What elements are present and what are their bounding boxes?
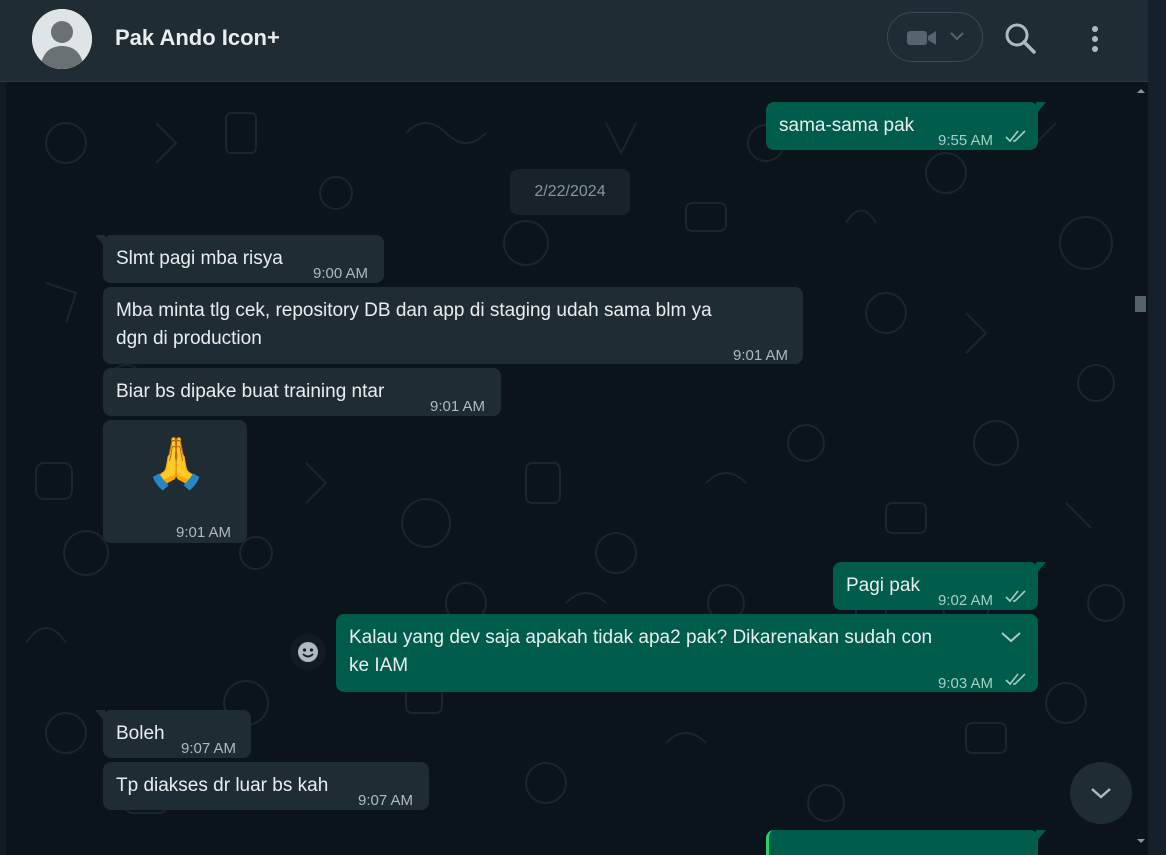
- message-text: sama-sama pak: [779, 115, 915, 136]
- search-button[interactable]: [1003, 21, 1037, 55]
- message-time: 9:01 AM: [176, 524, 232, 541]
- read-receipt-icon: [1005, 590, 1026, 603]
- video-call-button[interactable]: [887, 12, 983, 62]
- message-text: Biar bs dipake buat training ntar: [116, 381, 385, 402]
- message-time: 9:07 AM: [358, 792, 414, 809]
- contact-name[interactable]: Pak Ando Icon+: [115, 25, 280, 51]
- chevron-down-icon: [1091, 788, 1111, 799]
- scrollbar-thumb[interactable]: [1135, 296, 1146, 312]
- default-avatar-icon: [32, 9, 92, 69]
- search-icon: [1005, 23, 1036, 54]
- menu-button[interactable]: [1082, 22, 1108, 56]
- react-button[interactable]: [290, 634, 326, 670]
- video-camera-icon: [907, 31, 936, 45]
- message-bubble-outgoing[interactable]: Kalau yang dev saja apakah tidak apa2 pa…: [336, 614, 1038, 692]
- message-time: 9:01 AM: [430, 398, 486, 415]
- message-time: 9:02 AM: [938, 592, 994, 609]
- message-bubble-outgoing[interactable]: sama-sama pak 9:55 AM: [766, 102, 1046, 150]
- message-time: 9:00 AM: [313, 265, 369, 282]
- message-text: Tp diakses dr luar bs kah: [116, 775, 329, 796]
- message-bubble-incoming[interactable]: Biar bs dipake buat training ntar 9:01 A…: [103, 368, 501, 416]
- message-bubble-incoming[interactable]: Tp diakses dr luar bs kah 9:07 AM: [103, 762, 429, 810]
- message-bubble-incoming[interactable]: Slmt pagi mba risya 9:00 AM: [95, 235, 384, 283]
- emoji-smile-icon: [298, 642, 318, 662]
- scroll-up-arrow-icon[interactable]: [1136, 86, 1146, 96]
- message-time: 9:07 AM: [181, 740, 237, 757]
- message-bubble-incoming[interactable]: Mba minta tlg cek, repository DB dan app…: [103, 287, 803, 364]
- message-bubble-incoming[interactable]: 🙏 9:01 AM: [103, 420, 247, 543]
- contact-avatar[interactable]: [32, 9, 92, 69]
- message-bubble-outgoing-partial[interactable]: [766, 830, 1046, 855]
- message-menu-chevron-icon[interactable]: [1000, 630, 1022, 644]
- chevron-down-icon: [950, 32, 964, 41]
- message-time: 9:55 AM: [938, 132, 994, 149]
- message-text: Boleh: [116, 723, 165, 744]
- date-separator: 2/22/2024: [510, 169, 630, 215]
- folded-hands-emoji: 🙏: [145, 435, 208, 491]
- message-bubble-outgoing[interactable]: Pagi pak 9:02 AM: [833, 562, 1046, 610]
- message-text: Slmt pagi mba risya: [116, 248, 283, 269]
- message-text-line-1: Mba minta tlg cek, repository DB dan app…: [116, 300, 712, 321]
- scroll-to-bottom-button[interactable]: [1070, 762, 1132, 824]
- message-list[interactable]: sama-sama pak 9:55 AM 2/22/2024 Slmt pag…: [6, 83, 1148, 855]
- message-text-line-2: ke IAM: [349, 655, 409, 676]
- read-receipt-icon: [1005, 673, 1026, 686]
- message-menu-fade: [946, 614, 1038, 658]
- message-text-line-1: Kalau yang dev saja apakah tidak apa2 pa…: [349, 627, 933, 648]
- kebab-menu-icon: [1092, 26, 1098, 52]
- message-text: Pagi pak: [846, 575, 920, 596]
- chat-header: Pak Ando Icon+: [0, 0, 1148, 82]
- scrollbar-track[interactable]: [1148, 0, 1166, 855]
- message-bubble-incoming[interactable]: Boleh 9:07 AM: [95, 710, 251, 758]
- message-time: 9:01 AM: [733, 347, 789, 364]
- read-receipt-icon: [1005, 130, 1026, 143]
- message-time: 9:03 AM: [938, 675, 994, 692]
- message-text-line-2: dgn di production: [116, 328, 262, 349]
- scroll-down-arrow-icon[interactable]: [1136, 836, 1146, 846]
